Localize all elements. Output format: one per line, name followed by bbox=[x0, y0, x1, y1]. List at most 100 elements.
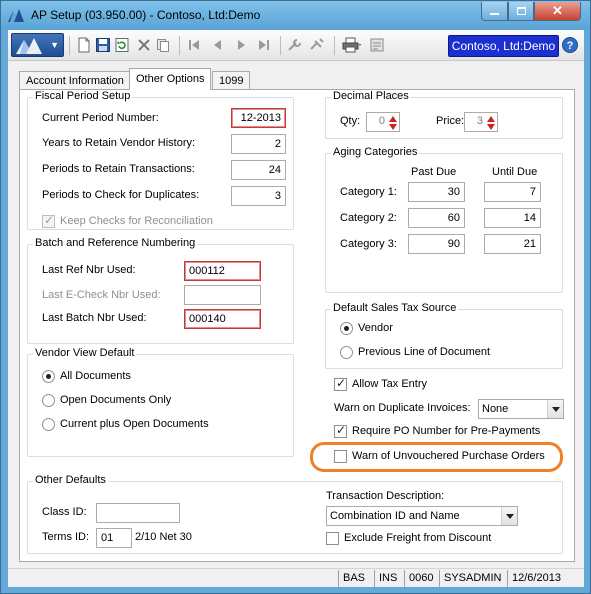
title-bar[interactable]: AP Setup (03.950.00) - Contoso, Ltd:Demo… bbox=[1, 1, 590, 30]
current-period-label: Current Period Number: bbox=[42, 112, 159, 124]
category-3-label: Category 3: bbox=[340, 238, 397, 250]
terms-id-field[interactable]: 01 bbox=[96, 528, 132, 548]
close-icon: ✕ bbox=[552, 3, 563, 18]
last-echeck-label: Last E-Check Nbr Used: bbox=[42, 289, 161, 301]
transaction-description-value: Combination ID and Name bbox=[330, 510, 460, 522]
last-echeck-field[interactable] bbox=[184, 285, 261, 305]
periods-retain-label: Periods to Retain Transactions: bbox=[42, 163, 195, 175]
last-ref-label: Last Ref Nbr Used: bbox=[42, 264, 136, 276]
until-due-header: Until Due bbox=[492, 166, 538, 178]
current-period-field[interactable]: 12-2013 bbox=[231, 108, 286, 128]
previous-record-icon[interactable] bbox=[210, 37, 226, 53]
periods-check-label: Periods to Check for Duplicates: bbox=[42, 189, 200, 201]
decimal-places-title: Decimal Places bbox=[331, 90, 411, 102]
periods-retain-field[interactable]: 24 bbox=[231, 160, 286, 180]
batch-numbering-title: Batch and Reference Numbering bbox=[33, 237, 198, 249]
close-button[interactable]: ✕ bbox=[534, 2, 581, 21]
qty-stepper[interactable]: 0 bbox=[366, 112, 400, 132]
price-stepper[interactable]: 3 bbox=[464, 112, 498, 132]
other-options-panel: Fiscal Period Setup Current Period Numbe… bbox=[19, 89, 575, 562]
sales-tax-radio-previous-line[interactable] bbox=[340, 346, 353, 359]
periods-check-field[interactable]: 3 bbox=[231, 186, 286, 206]
warn-duplicate-dropdown[interactable]: None bbox=[478, 399, 564, 419]
sales-tax-source-group: Default Sales Tax Source Vendor Previous… bbox=[325, 302, 563, 369]
maximize-icon bbox=[516, 7, 526, 15]
app-logo-icon bbox=[8, 9, 24, 22]
aging-categories-group: Aging Categories Past Due Until Due Cate… bbox=[325, 146, 563, 293]
vendor-view-radio-open[interactable] bbox=[42, 394, 55, 407]
last-record-icon[interactable] bbox=[256, 37, 272, 53]
minimize-icon bbox=[490, 13, 499, 15]
years-retain-field[interactable]: 2 bbox=[231, 134, 286, 154]
transaction-description-label: Transaction Description: bbox=[326, 490, 445, 502]
maximize-button[interactable] bbox=[508, 2, 534, 21]
years-retain-label: Years to Retain Vendor History: bbox=[42, 137, 196, 149]
keep-checks-checkbox[interactable] bbox=[42, 213, 55, 228]
highlight-annotation bbox=[310, 442, 563, 472]
toolbar-separator bbox=[179, 36, 180, 55]
chevron-down-icon[interactable] bbox=[547, 400, 563, 418]
warn-duplicate-label: Warn on Duplicate Invoices: bbox=[334, 402, 471, 414]
save-icon[interactable] bbox=[95, 37, 111, 53]
price-value: 3 bbox=[476, 115, 483, 127]
delete-icon[interactable] bbox=[136, 37, 152, 53]
wrench-icon[interactable] bbox=[287, 37, 303, 53]
vendor-view-option-label: Current plus Open Documents bbox=[60, 418, 209, 430]
minimize-button[interactable] bbox=[481, 2, 508, 21]
category-2-past-due-field[interactable]: 60 bbox=[408, 208, 465, 228]
tab-account-information[interactable]: Account Information bbox=[19, 71, 131, 90]
sales-tax-radio-vendor[interactable] bbox=[340, 322, 353, 335]
vendor-view-radio-all[interactable] bbox=[42, 370, 55, 383]
batch-numbering-group: Batch and Reference Numbering Last Ref N… bbox=[27, 237, 294, 344]
fiscal-period-title: Fiscal Period Setup bbox=[33, 90, 133, 102]
vendor-view-title: Vendor View Default bbox=[33, 347, 137, 359]
require-po-checkbox[interactable] bbox=[334, 423, 347, 438]
print-icon[interactable] bbox=[342, 37, 362, 53]
app-menu-button[interactable]: ▼ bbox=[11, 33, 64, 57]
toolbar-separator bbox=[334, 36, 335, 55]
status-mode: BAS bbox=[338, 570, 369, 587]
notes-icon[interactable] bbox=[369, 37, 385, 53]
app-menu-logo-icon bbox=[16, 38, 42, 54]
status-date: 12/6/2013 bbox=[507, 570, 565, 587]
sales-tax-source-title: Default Sales Tax Source bbox=[331, 302, 459, 314]
chevron-down-icon: ▼ bbox=[50, 40, 59, 50]
stepper-up-icon[interactable] bbox=[389, 116, 397, 122]
last-ref-field[interactable]: 000112 bbox=[184, 261, 261, 281]
refresh-icon[interactable] bbox=[114, 37, 130, 53]
allow-tax-entry-label: Allow Tax Entry bbox=[352, 378, 427, 390]
sales-tax-option-label: Previous Line of Document bbox=[358, 346, 491, 358]
tab-1099[interactable]: 1099 bbox=[212, 71, 251, 90]
sales-tax-option-label: Vendor bbox=[358, 322, 393, 334]
category-3-past-due-field[interactable]: 90 bbox=[408, 234, 465, 254]
terms-description: 2/10 Net 30 bbox=[135, 531, 192, 543]
window-title: AP Setup (03.950.00) - Contoso, Ltd:Demo bbox=[31, 8, 261, 22]
tab-other-options[interactable]: Other Options bbox=[129, 68, 212, 90]
transaction-description-dropdown[interactable]: Combination ID and Name bbox=[326, 506, 518, 526]
stepper-down-icon[interactable] bbox=[487, 124, 495, 130]
last-batch-field[interactable]: 000140 bbox=[184, 309, 261, 329]
stepper-down-icon[interactable] bbox=[389, 124, 397, 130]
stepper-up-icon[interactable] bbox=[487, 116, 495, 122]
company-button[interactable]: Contoso, Ltd:Demo bbox=[448, 35, 559, 57]
new-document-icon[interactable] bbox=[76, 37, 92, 53]
chevron-down-icon[interactable] bbox=[501, 507, 517, 525]
fiscal-period-group: Fiscal Period Setup Current Period Numbe… bbox=[27, 90, 294, 230]
help-icon[interactable]: ? bbox=[562, 37, 578, 53]
allow-tax-entry-checkbox[interactable] bbox=[334, 376, 347, 391]
tools-icon[interactable] bbox=[309, 37, 325, 53]
status-insert: INS bbox=[374, 570, 401, 587]
category-1-until-due-field[interactable]: 7 bbox=[484, 182, 541, 202]
copy-icon[interactable] bbox=[155, 37, 171, 53]
first-record-icon[interactable] bbox=[186, 37, 202, 53]
terms-id-label: Terms ID: bbox=[42, 531, 90, 543]
category-1-past-due-field[interactable]: 30 bbox=[408, 182, 465, 202]
vendor-view-radio-current-open[interactable] bbox=[42, 418, 55, 431]
next-record-icon[interactable] bbox=[233, 37, 249, 53]
category-2-until-due-field[interactable]: 14 bbox=[484, 208, 541, 228]
category-3-until-due-field[interactable]: 21 bbox=[484, 234, 541, 254]
status-bar: BAS INS 0060 SYSADMIN 12/6/2013 bbox=[8, 568, 584, 587]
class-id-label: Class ID: bbox=[42, 506, 87, 518]
exclude-freight-checkbox[interactable] bbox=[326, 532, 339, 545]
class-id-field[interactable] bbox=[96, 503, 180, 523]
